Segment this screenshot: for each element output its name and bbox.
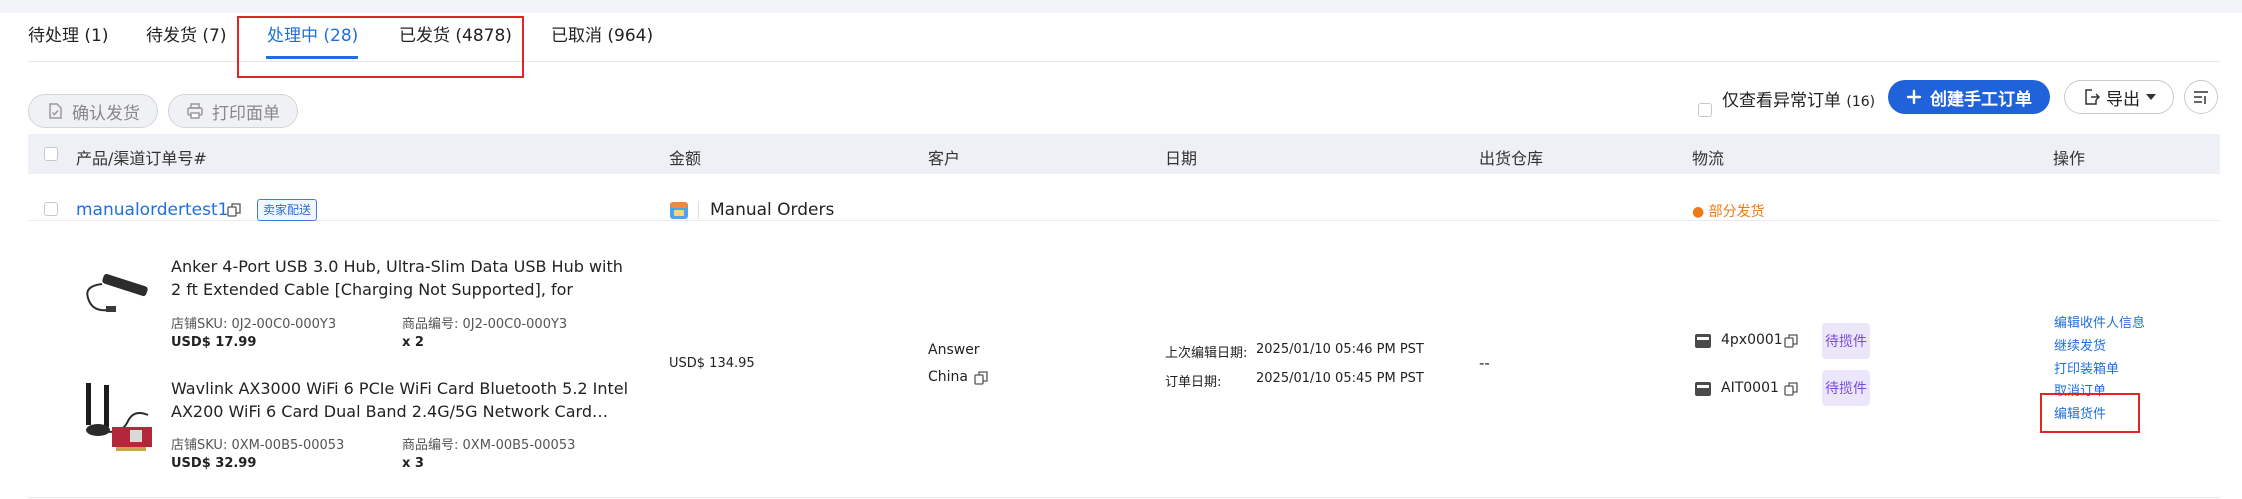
edit-recipient-link[interactable]: 编辑收件人信息 — [2054, 312, 2145, 331]
shipment-number[interactable]: AIT0001 — [1721, 380, 1779, 396]
abnormal-only-checkbox[interactable] — [1698, 103, 1712, 117]
create-manual-order-label: 创建手工订单 — [1930, 89, 2032, 110]
product-price: USD$ 17.99 — [171, 335, 257, 350]
header-date: 日期 — [1165, 149, 1198, 168]
order-group-row — [28, 174, 2220, 221]
order-amount: USD$ 134.95 — [669, 356, 755, 371]
store-logo — [670, 202, 688, 219]
store-separator — [698, 201, 699, 219]
warehouse-value: -- — [1479, 354, 1490, 372]
product-code: 商品编号: 0XM-00B5-00053 — [402, 438, 576, 453]
printer-icon — [187, 103, 203, 119]
confirm-ship-label: 确认发货 — [72, 103, 140, 124]
truck-icon — [1695, 382, 1711, 396]
store-name: Manual Orders — [710, 200, 835, 220]
header-logistics: 物流 — [1692, 149, 1725, 168]
chevron-down-icon — [2146, 94, 2156, 100]
last-edit-label: 上次编辑日期: — [1165, 346, 1248, 361]
confirm-ship-button[interactable]: 确认发货 — [28, 94, 158, 128]
product-code: 商品编号: 0J2-00C0-000Y3 — [402, 317, 568, 332]
export-icon — [2085, 89, 2100, 105]
product-title[interactable]: Wavlink AX3000 WiFi 6 PCIe WiFi Card Blu… — [171, 377, 629, 423]
shipment-number[interactable]: 4px0001 — [1721, 332, 1783, 348]
truck-icon — [1695, 334, 1711, 348]
seller-fulfilled-tag: 卖家配送 — [257, 199, 318, 221]
abnormal-only-text: 仅查看异常订单 — [1722, 91, 1841, 111]
column-settings-button[interactable] — [2184, 80, 2218, 114]
create-manual-order-button[interactable]: 创建手工订单 — [1888, 80, 2050, 114]
continue-shipping-link[interactable]: 继续发货 — [2054, 335, 2106, 354]
column-settings-icon — [2194, 91, 2208, 104]
order-checkbox[interactable] — [44, 202, 58, 216]
product-store-sku: 店铺SKU: 0J2-00C0-000Y3 — [171, 317, 337, 332]
export-label: 导出 — [2106, 89, 2140, 110]
order-number-link[interactable]: manualordertest1 — [76, 200, 228, 220]
copy-icon[interactable] — [1784, 334, 1798, 348]
product-title[interactable]: Anker 4-Port USB 3.0 Hub, Ultra-Slim Dat… — [171, 255, 629, 301]
customer-country: China — [928, 369, 968, 385]
product-image-usb-hub — [86, 273, 148, 312]
header-warehouse: 出货仓库 — [1479, 149, 1544, 168]
order-status: ● 部分发货 — [1692, 204, 1765, 220]
table-header: 产品/渠道订单号# 金额 客户 日期 出货仓库 物流 操作 — [28, 134, 2220, 174]
highlight-box-tabs — [237, 16, 524, 78]
abnormal-count: (16) — [1846, 94, 1876, 110]
shipment-status-badge: 待揽件 — [1822, 370, 1870, 406]
product-store-sku: 店铺SKU: 0XM-00B5-00053 — [171, 438, 345, 453]
select-all-checkbox[interactable] — [44, 147, 58, 161]
shipment-status-badge: 待揽件 — [1822, 323, 1870, 359]
customer-name[interactable]: Answer — [928, 342, 980, 358]
copy-icon[interactable] — [1784, 382, 1798, 396]
header-product: 产品/渠道订单号# — [76, 149, 207, 168]
print-label-button[interactable]: 打印面单 — [168, 94, 298, 128]
order-status-text: 部分发货 — [1708, 204, 1765, 220]
print-packing-slip-link[interactable]: 打印装箱单 — [2054, 358, 2119, 377]
header-amount: 金额 — [669, 149, 702, 168]
product-qty: x 3 — [402, 456, 424, 471]
copy-icon[interactable] — [227, 203, 241, 217]
export-button[interactable]: 导出 — [2064, 80, 2174, 114]
copy-icon[interactable] — [974, 371, 988, 385]
tab-pending[interactable]: 待处理 (1) — [28, 21, 108, 46]
last-edit-date: 2025/01/10 05:46 PM PST — [1256, 342, 1424, 357]
product-price: USD$ 32.99 — [171, 456, 257, 471]
header-customer: 客户 — [928, 149, 961, 168]
product-qty: x 2 — [402, 335, 424, 350]
abnormal-only-label: 仅查看异常订单 (16) — [1722, 86, 1875, 111]
highlight-box-edit-shipment — [2040, 393, 2140, 433]
tab-awaiting-shipment[interactable]: 待发货 (7) — [146, 21, 226, 46]
header-actions: 操作 — [2053, 149, 2086, 168]
plus-icon — [1906, 89, 1922, 105]
document-check-icon — [49, 103, 62, 119]
product-image-wifi-card — [86, 383, 152, 451]
order-date: 2025/01/10 05:45 PM PST — [1256, 371, 1424, 386]
print-label-text: 打印面单 — [212, 103, 280, 124]
row-bottom-divider — [28, 497, 2220, 498]
tab-cancelled[interactable]: 已取消 (964) — [551, 21, 653, 46]
order-date-label: 订单日期: — [1165, 375, 1222, 390]
